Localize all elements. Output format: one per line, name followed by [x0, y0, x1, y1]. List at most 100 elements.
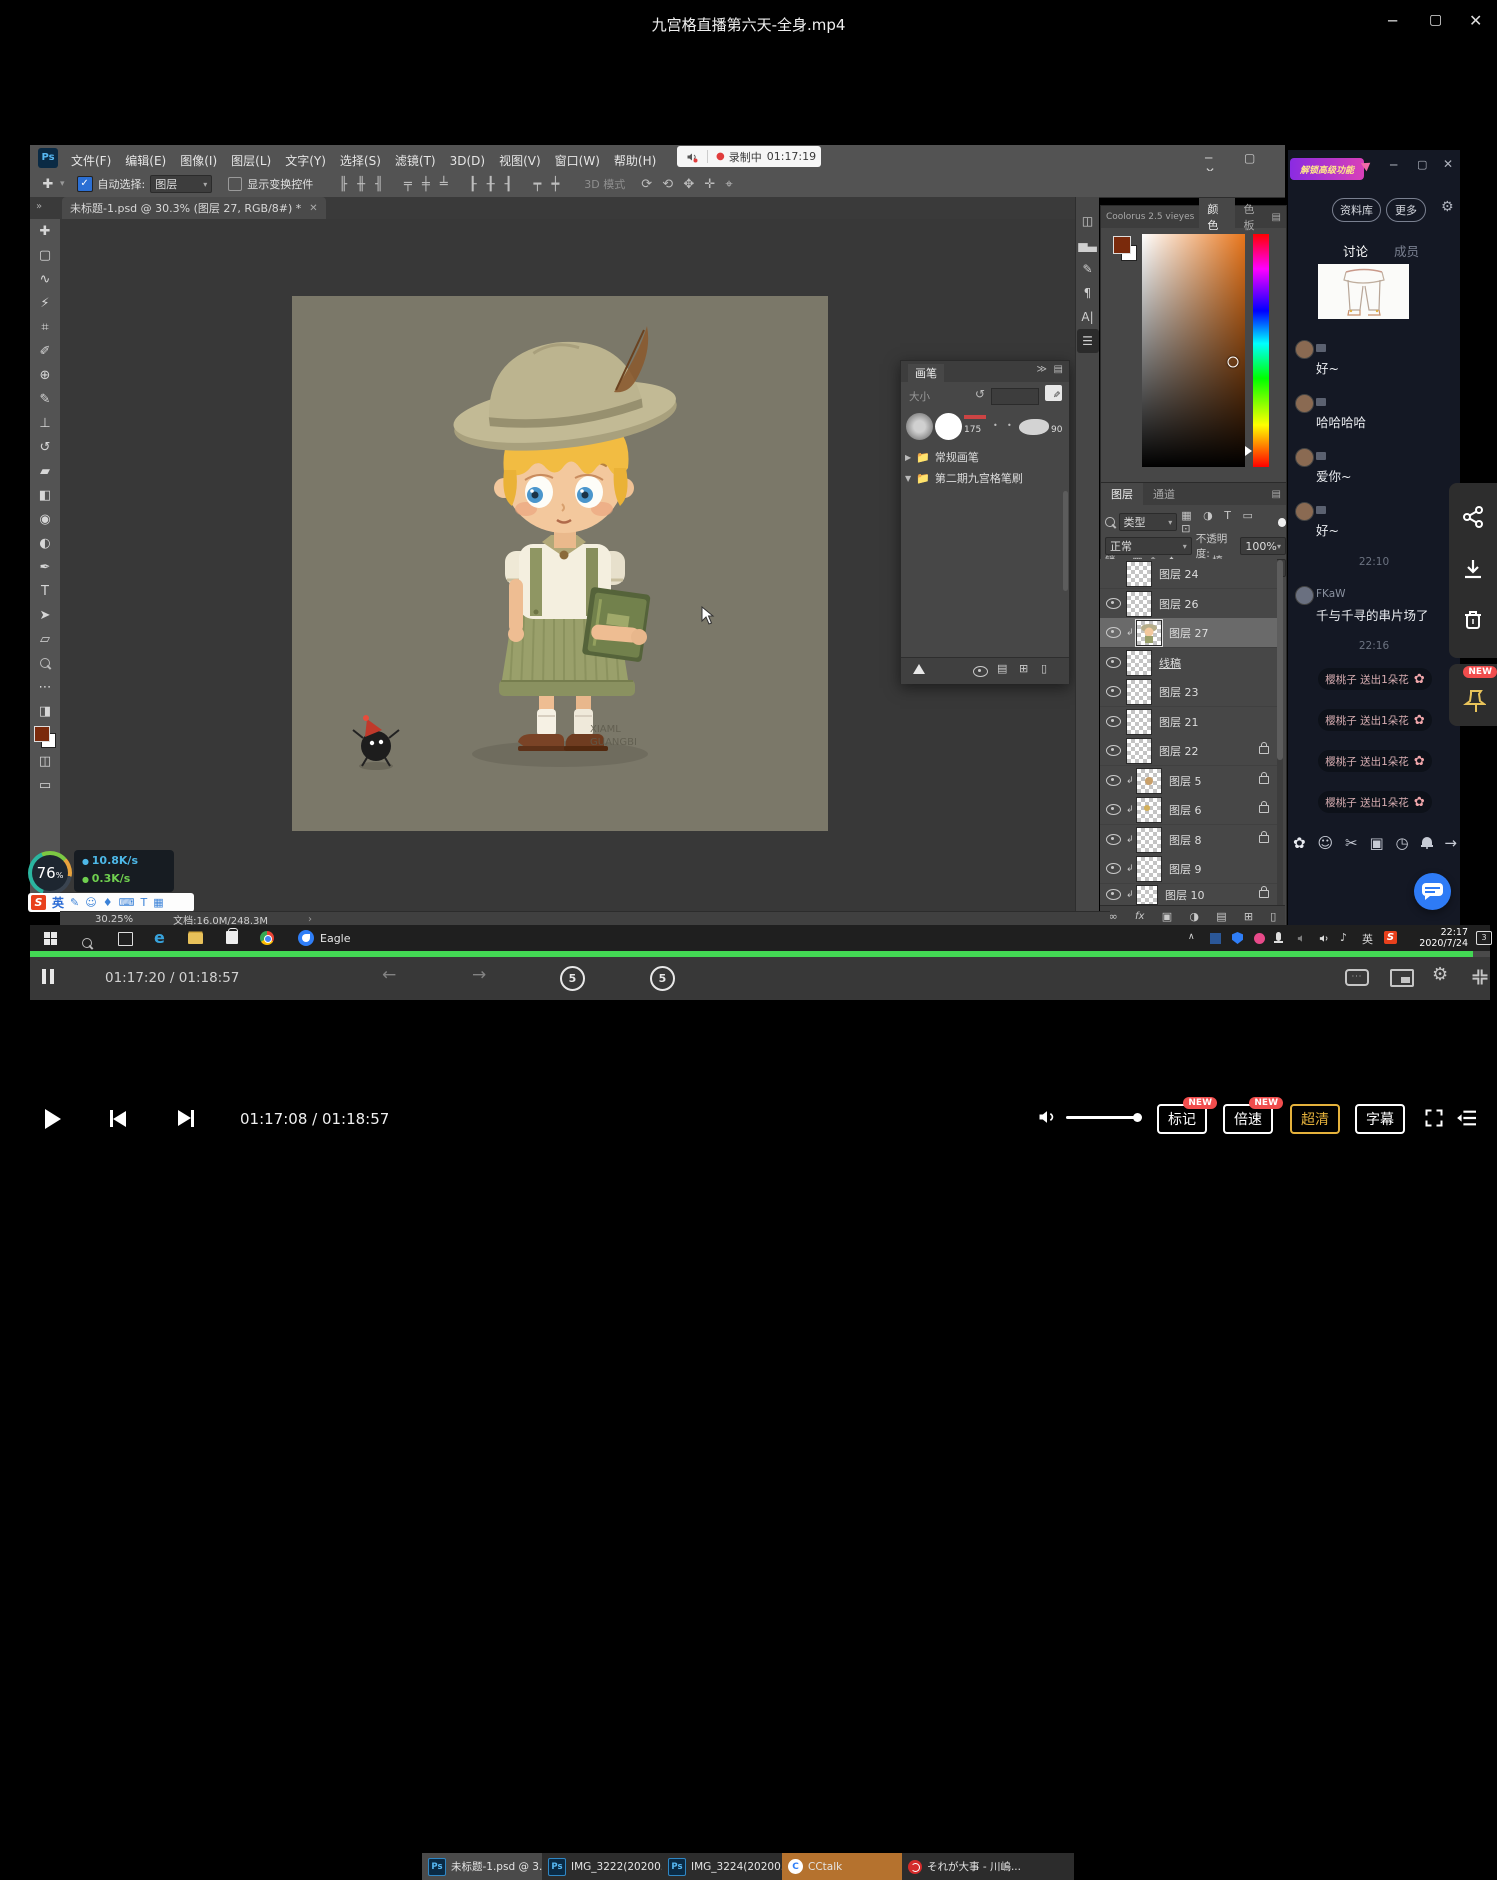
pin-icon[interactable]: [1462, 688, 1486, 714]
clone-source-panel-icon[interactable]: ◫: [1077, 209, 1099, 233]
avatar[interactable]: [1295, 502, 1314, 521]
properties-panel-icon[interactable]: ☰: [1077, 329, 1099, 353]
history-brush-tool[interactable]: ↺: [33, 435, 57, 459]
brush-settings-panel-icon[interactable]: ✎: [1077, 257, 1099, 281]
layers-scrollbar-thumb[interactable]: [1277, 560, 1283, 760]
layer-row[interactable]: ↲图层 5: [1100, 766, 1277, 796]
volume-slider[interactable]: [1066, 1116, 1138, 1119]
menu-image[interactable]: 图像(I): [180, 152, 217, 169]
blur-tool[interactable]: ◉: [33, 507, 57, 531]
taskbar-window-img1[interactable]: PsIMG_3222(20200...: [542, 1853, 667, 1880]
ps-canvas[interactable]: XIAML GUANGBI: [292, 296, 828, 831]
status-arrow-icon[interactable]: ›: [308, 914, 312, 925]
tray-shield-icon[interactable]: [1232, 932, 1243, 944]
eyedropper-tool[interactable]: ✐: [33, 339, 57, 363]
chat-settings-gear-icon[interactable]: ⚙: [1441, 199, 1454, 215]
avatar[interactable]: [1295, 586, 1314, 605]
prev-segment-icon[interactable]: ←: [382, 965, 396, 985]
layer-visibility-icon[interactable]: [1106, 804, 1121, 815]
layer-visibility-icon[interactable]: [1106, 598, 1121, 609]
close-icon[interactable]: ✕: [1469, 11, 1482, 30]
marquee-tool[interactable]: ▢: [33, 243, 57, 267]
3d-mode-icons[interactable]: ⟳ ⟲ ✥ ✛ ⌖: [641, 177, 735, 192]
taskbar-window-music[interactable]: それが大事 - 川嶋...: [902, 1853, 1074, 1880]
layer-mask-icon[interactable]: ▣: [1162, 910, 1172, 923]
tray-ime-mode[interactable]: 英: [1362, 931, 1373, 947]
layer-visibility-icon[interactable]: [1106, 889, 1121, 900]
layer-row[interactable]: 线稿: [1100, 648, 1277, 678]
quick-select-tool[interactable]: ⚡: [33, 291, 57, 315]
forward-5s-icon[interactable]: 5: [650, 966, 675, 991]
mini-player-icon[interactable]: [1390, 969, 1414, 987]
tray-muted-speaker-icon[interactable]: [1296, 933, 1308, 944]
tray-speaker-icon[interactable]: [1318, 933, 1330, 944]
play-icon[interactable]: [45, 1109, 61, 1129]
taskbar-window-cctalk[interactable]: CCCtalk: [782, 1853, 907, 1880]
edit-mode-icon[interactable]: ◫: [33, 749, 57, 773]
new-brush-icon[interactable]: ✎: [1045, 385, 1062, 401]
tray-sogou-icon[interactable]: S: [1384, 931, 1397, 944]
brush-preset-round[interactable]: [935, 413, 962, 440]
prev-video-icon[interactable]: [110, 1110, 113, 1127]
layer-visibility-icon[interactable]: [1106, 834, 1121, 845]
layers-panel-menu-icon[interactable]: ▤: [1272, 489, 1281, 500]
brush-reset-icon[interactable]: ↺: [975, 387, 985, 401]
layer-row[interactable]: 图层 22: [1100, 736, 1277, 766]
color-sv-square[interactable]: [1142, 234, 1245, 467]
tray-clock[interactable]: 22:172020/7/24: [1412, 927, 1468, 949]
file-explorer-icon[interactable]: [188, 933, 203, 944]
delete-layer-icon[interactable]: ▯: [1270, 910, 1276, 923]
foreground-color-swatch[interactable]: [34, 726, 50, 742]
panel-menu-icon[interactable]: ▤: [1054, 364, 1063, 375]
tab-coolorus[interactable]: Coolorus 2.5 vieyes: [1101, 212, 1199, 222]
maximize-icon[interactable]: ▢: [1429, 12, 1442, 28]
gift-flower-icon[interactable]: ✿: [1293, 834, 1306, 852]
status-zoom[interactable]: 30.25%: [95, 914, 133, 925]
menu-type[interactable]: 文字(Y): [285, 152, 326, 169]
chat-close-icon[interactable]: ✕: [1443, 157, 1453, 171]
layer-visibility-icon[interactable]: [1106, 686, 1121, 697]
chat-shared-image[interactable]: [1318, 264, 1409, 319]
tab-layers[interactable]: 图层: [1101, 483, 1143, 505]
tray-expand-icon[interactable]: ∧: [1188, 932, 1195, 942]
brush-tool[interactable]: ✎: [33, 387, 57, 411]
menu-file[interactable]: 文件(F): [71, 152, 111, 169]
ime-grid-icon[interactable]: ▦: [153, 896, 163, 909]
send-arrow-icon[interactable]: →: [1444, 834, 1457, 852]
panel-collapse-icon[interactable]: »: [36, 201, 42, 212]
tray-mic-icon[interactable]: [1276, 932, 1281, 941]
layers-scrollbar-track[interactable]: [1277, 560, 1283, 905]
layer-visibility-icon[interactable]: [1106, 863, 1121, 874]
type-tool[interactable]: T: [33, 579, 57, 603]
layer-search-icon[interactable]: [1105, 517, 1115, 527]
menu-help[interactable]: 帮助(H): [614, 152, 656, 169]
align-left-icons[interactable]: ╟ ╫ ╢: [339, 177, 386, 192]
document-tab[interactable]: 未标题-1.psd @ 30.3% (图层 27, RGB/8#) * ✕: [62, 197, 326, 219]
tab-color[interactable]: 颜色: [1199, 198, 1235, 236]
layer-row[interactable]: 图层 21: [1100, 707, 1277, 737]
notification-center-icon[interactable]: 3: [1476, 931, 1492, 945]
auto-select-dropdown[interactable]: 图层▾: [150, 175, 212, 193]
show-transform-checkbox[interactable]: [228, 177, 242, 191]
layer-visibility-icon[interactable]: [1106, 657, 1121, 668]
brush-panel-tab[interactable]: 画笔: [908, 364, 944, 382]
color-fg-swatch[interactable]: [1113, 236, 1131, 254]
tray-app-icon[interactable]: [1210, 933, 1221, 944]
layer-fx-icon[interactable]: fx: [1135, 911, 1144, 922]
avatar[interactable]: [1295, 340, 1314, 359]
emoji-icon[interactable]: ☺: [1317, 834, 1333, 852]
tab-channels[interactable]: 通道: [1143, 483, 1185, 505]
brush-list-scrollbar[interactable]: [1063, 491, 1068, 591]
align-vert-icons[interactable]: ╤ ╪ ╧: [404, 177, 451, 192]
new-layer-icon[interactable]: ⊞: [1019, 662, 1028, 675]
next-segment-icon[interactable]: →: [472, 965, 486, 985]
pause-icon[interactable]: [42, 969, 46, 984]
fullscreen-icon[interactable]: [1424, 1108, 1444, 1128]
hue-marker[interactable]: [1245, 446, 1252, 456]
taskbar-window-psd[interactable]: Ps未标题-1.psd @ 3...: [422, 1853, 547, 1880]
chat-username[interactable]: FKaW: [1316, 588, 1346, 600]
chat-maximize-icon[interactable]: ▢: [1417, 158, 1427, 171]
lasso-tool[interactable]: ∿: [33, 267, 57, 291]
menu-select[interactable]: 选择(S): [340, 152, 381, 169]
subtitle-button[interactable]: 字幕: [1355, 1104, 1405, 1134]
